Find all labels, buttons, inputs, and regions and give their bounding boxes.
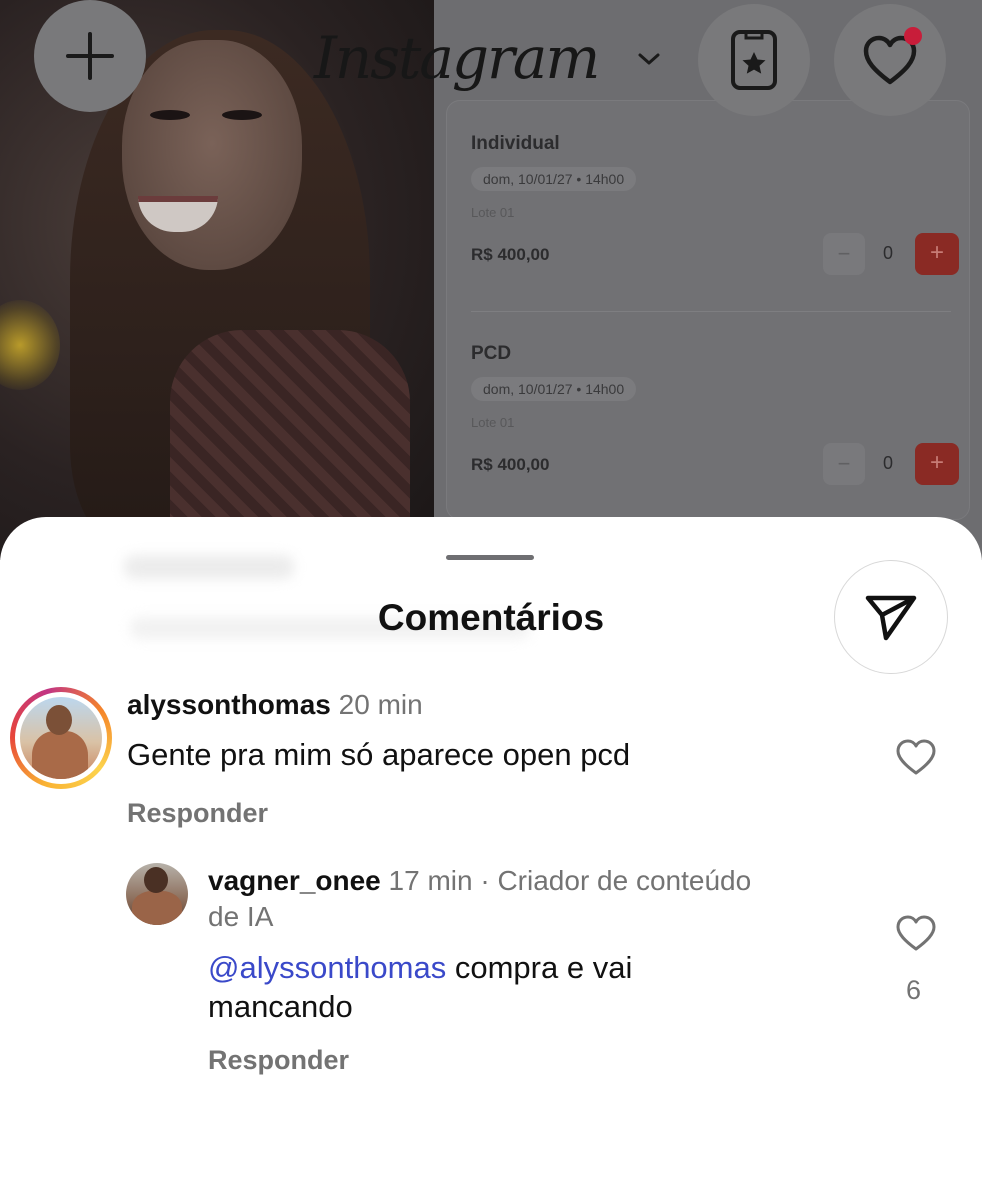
comment-text: @alyssonthomas compra e vai mancando	[208, 948, 632, 1026]
comments-sheet: Comentários alyssonthomas 20 min Gente p…	[0, 517, 982, 1199]
ticket-individual: Individual dom, 10/01/27 • 14h00 Lote 01…	[471, 133, 959, 275]
ticket-name: Individual	[471, 133, 560, 154]
ticket-price: R$ 400,00	[471, 455, 550, 474]
share-button[interactable]	[834, 560, 948, 674]
comment-mention[interactable]: @alyssonthomas	[208, 950, 446, 985]
ticket-date: dom, 10/01/27 • 14h00	[471, 167, 637, 191]
reply-button[interactable]: Responder	[127, 798, 268, 829]
ticket-minus-button[interactable]: −	[823, 443, 865, 485]
ticket-card: Individual dom, 10/01/27 • 14h00 Lote 01…	[446, 100, 970, 520]
ticket-date: dom, 10/01/27 • 14h00	[471, 377, 637, 401]
send-icon	[865, 595, 917, 641]
ticket-pcd: PCD dom, 10/01/27 • 14h00 Lote 01 R$ 400…	[471, 343, 959, 485]
like-heart-icon[interactable]	[894, 913, 938, 953]
ticket-minus-button[interactable]: −	[823, 233, 865, 275]
comment-text-line2: mancando	[208, 989, 353, 1024]
ticket-lote: Lote 01	[471, 205, 515, 220]
ticket-lote: Lote 01	[471, 415, 515, 430]
comment-time: 17 min	[388, 865, 473, 896]
comment-text: Gente pra mim só aparece open pcd	[127, 737, 631, 772]
comment-username[interactable]: alyssonthomas	[127, 689, 331, 720]
instagram-logo[interactable]: Instagram	[314, 24, 600, 92]
add-post-button[interactable]	[34, 0, 146, 112]
comment-author-label-cont: de IA	[208, 901, 274, 932]
collections-button[interactable]	[698, 4, 810, 116]
ticket-quantity: 0	[883, 453, 894, 473]
like-count: 6	[906, 975, 922, 1005]
comment-author-label: · Criador de conteúdo	[480, 865, 752, 896]
background-feed: Individual dom, 10/01/27 • 14h00 Lote 01…	[0, 0, 982, 560]
comment-text-line1: compra e vai	[446, 950, 633, 985]
notifications-button[interactable]	[834, 4, 946, 116]
ticket-plus-button[interactable]: +	[915, 443, 959, 485]
ticket-quantity: 0	[883, 243, 894, 263]
avatar[interactable]	[126, 863, 188, 925]
star-card-icon	[731, 30, 777, 90]
plus-icon	[66, 32, 114, 80]
ticket-plus-button[interactable]: +	[915, 233, 959, 275]
comment-username[interactable]: vagner_onee	[208, 865, 381, 896]
avatar	[20, 697, 102, 779]
sheet-handle[interactable]	[446, 555, 534, 560]
chevron-down-icon[interactable]	[636, 50, 662, 68]
ticket-name: PCD	[471, 343, 512, 364]
comment-header: alyssonthomas 20 min	[127, 689, 423, 721]
reply-button[interactable]: Responder	[208, 1045, 349, 1076]
comment-header: vagner_onee 17 min · Criador de conteúdo	[208, 865, 751, 897]
ticket-price: R$ 400,00	[471, 245, 550, 264]
blurred-text	[124, 555, 294, 579]
avatar-story-ring[interactable]	[10, 687, 112, 789]
comment-time: 20 min	[338, 689, 423, 720]
notification-dot	[904, 27, 922, 45]
like-heart-icon[interactable]	[894, 737, 938, 777]
ticket-divider	[471, 311, 951, 312]
